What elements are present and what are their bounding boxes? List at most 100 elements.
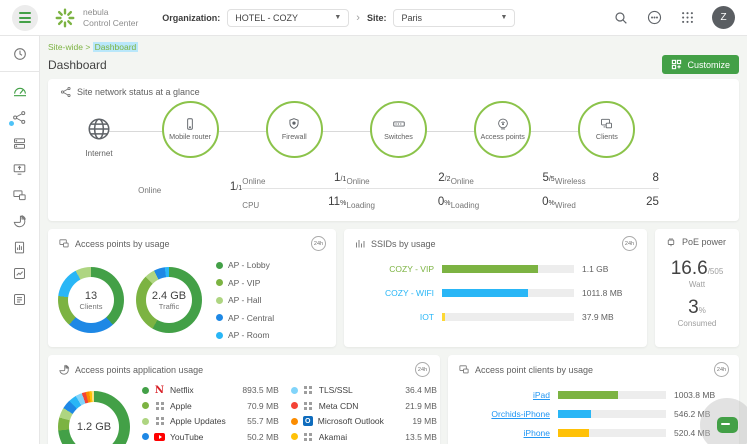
breadcrumb-dashboard-link[interactable]: Dashboard [93,42,139,52]
mobile-router-icon [183,117,197,131]
client-usage-card: Access point clients by usage 24h iPad10… [448,355,739,444]
breadcrumb-site-wide-link[interactable]: Site-wide > [48,42,90,52]
poe-watt-total: /505 [708,267,724,276]
period-24h-badge[interactable]: 24h [622,236,637,251]
apps-grid-icon[interactable] [680,10,695,25]
usage-bar [558,410,591,418]
traffic-donut-chart: 2.4 GBTraffic [136,267,202,333]
clients-node: Clients Wireless8 Wired25 [555,101,659,212]
application-usage-card: Access points application usage 24h 1.2 … [48,355,440,444]
site-select[interactable]: Paris▼ [393,9,515,27]
client-bars: iPad1003.8 MB Orchids-iPhone546.2 MB iPh… [458,390,729,444]
app-legend-col2: TLS/SSL36.4 MB Meta CDN21.9 MB Microsoft… [291,385,437,444]
bar-track [558,391,666,399]
node-label: Firewall [282,133,307,141]
client-name-link[interactable]: iPad [458,390,550,400]
akamai-app-icon [303,432,314,442]
bar-track [442,289,574,297]
bar-track [558,429,666,437]
poe-watt-unit: Watt [665,280,729,289]
site-network-status-card: Site network status at a glance Internet… [48,79,739,221]
ssid-name-link[interactable]: COZY - WIFI [354,288,434,298]
usage-bar [558,429,589,437]
app-usage-row: Akamai13.5 MB [291,432,437,442]
firewall-circle[interactable]: Firewall [266,101,323,158]
app-usage-row: TLS/SSL36.4 MB [291,385,437,395]
search-icon[interactable] [613,10,629,26]
card-title: Access points by usage [75,239,170,249]
header-actions: Z [613,6,735,29]
ssid-bars: COZY - VIP 1.1 GB COZY - WIFI 1011.8 MB … [354,264,637,322]
app-legend-col1: Netflix893.5 MB Apple70.9 MB Apple Updat… [142,385,279,444]
node-label: Mobile router [169,133,211,141]
period-24h-badge[interactable]: 24h [714,362,729,377]
sidebar-item-logs-icon[interactable] [8,290,32,308]
organization-select[interactable]: HOTEL - COZY▼ [227,9,349,27]
legend-dot [142,433,149,440]
app-usage-row: Meta CDN21.9 MB [291,401,437,411]
sidebar-item-devices-icon[interactable] [8,134,32,152]
legend-dot [216,314,223,321]
legend-dot [142,418,149,425]
poe-consumed-label: Consumed [665,319,729,328]
legend-item: AP - Hall [216,295,274,305]
nebula-logo-icon [54,7,76,29]
client-name-link[interactable]: iPhone [458,428,550,438]
page-title: Dashboard [48,58,107,72]
clients-stats: Wireless8 Wired25 [555,167,659,212]
chat-support-button[interactable] [700,398,747,444]
pie-chart-icon [58,364,70,376]
brand: nebulaControl Center [54,7,138,29]
menu-icon[interactable] [12,5,38,31]
legend-dot [291,387,298,394]
avatar[interactable]: Z [712,6,735,29]
sidebar-item-topology-icon[interactable] [8,108,32,126]
app-usage-row: Microsoft Outlook19 MB [291,416,437,426]
sidebar-item-clients-icon[interactable] [8,186,32,204]
bar-track [558,410,666,418]
bar-track [442,313,574,321]
access-points-by-usage-card: Access points by usage 24h 13Clients 2.4… [48,229,336,347]
outlook-icon [303,416,313,426]
usage-value: 1011.8 MB [582,288,637,298]
client-name-link[interactable]: Orchids-iPhone [458,409,550,419]
ssid-row: IOT 37.9 MB [354,312,637,322]
firewall-stats: Online1/1 CPU11% [242,167,346,212]
legend-dot [216,279,223,286]
switches-circle[interactable]: Switches [370,101,427,158]
help-ellipsis-icon[interactable] [646,9,663,26]
legend-item: AP - Room [216,330,274,340]
poe-watt-value: 16.6 [671,258,708,279]
customize-button[interactable]: Customize [662,55,739,74]
card-title: PoE power [682,237,726,247]
sidebar-item-firmware-icon[interactable] [8,160,32,178]
switches-stats: Online2/2 Loading0% [347,167,451,212]
access-point-icon [496,117,510,131]
card-title: Access point clients by usage [475,365,593,375]
ssid-name-link[interactable]: COZY - VIP [354,264,434,274]
internet-node: Internet [60,101,138,212]
ssid-row: COZY - WIFI 1011.8 MB [354,288,637,298]
chevron-down-icon: ▼ [501,14,508,21]
breadcrumb: Site-wide > Dashboard [48,42,739,52]
sidebar-item-dashboard-icon[interactable] [8,82,32,100]
bar-chart-icon [354,238,366,250]
access-points-circle[interactable]: Access points [474,101,531,158]
sidebar-item-reports-icon[interactable] [8,238,32,256]
organization-label: Organization: [162,13,220,23]
card-title: Access points application usage [75,365,203,375]
access-point-device-icon [58,238,70,249]
sidebar-item-applications-icon[interactable] [8,212,32,230]
sidebar-item-analytics-icon[interactable] [8,264,32,282]
usage-value: 37.9 MB [582,312,637,322]
period-24h-badge[interactable]: 24h [415,362,430,377]
clients-circle[interactable]: Clients [578,101,635,158]
topology-icon [60,86,72,98]
ssids-by-usage-card: SSIDs by usage 24h COZY - VIP 1.1 GB COZ… [344,229,647,347]
discover-icon[interactable] [8,45,32,63]
mobile-router-circle[interactable]: Mobile router [162,101,219,158]
period-24h-badge[interactable]: 24h [311,236,326,251]
legend-dot [291,433,298,440]
ssid-name-link[interactable]: IOT [354,312,434,322]
legend-dot [216,297,223,304]
